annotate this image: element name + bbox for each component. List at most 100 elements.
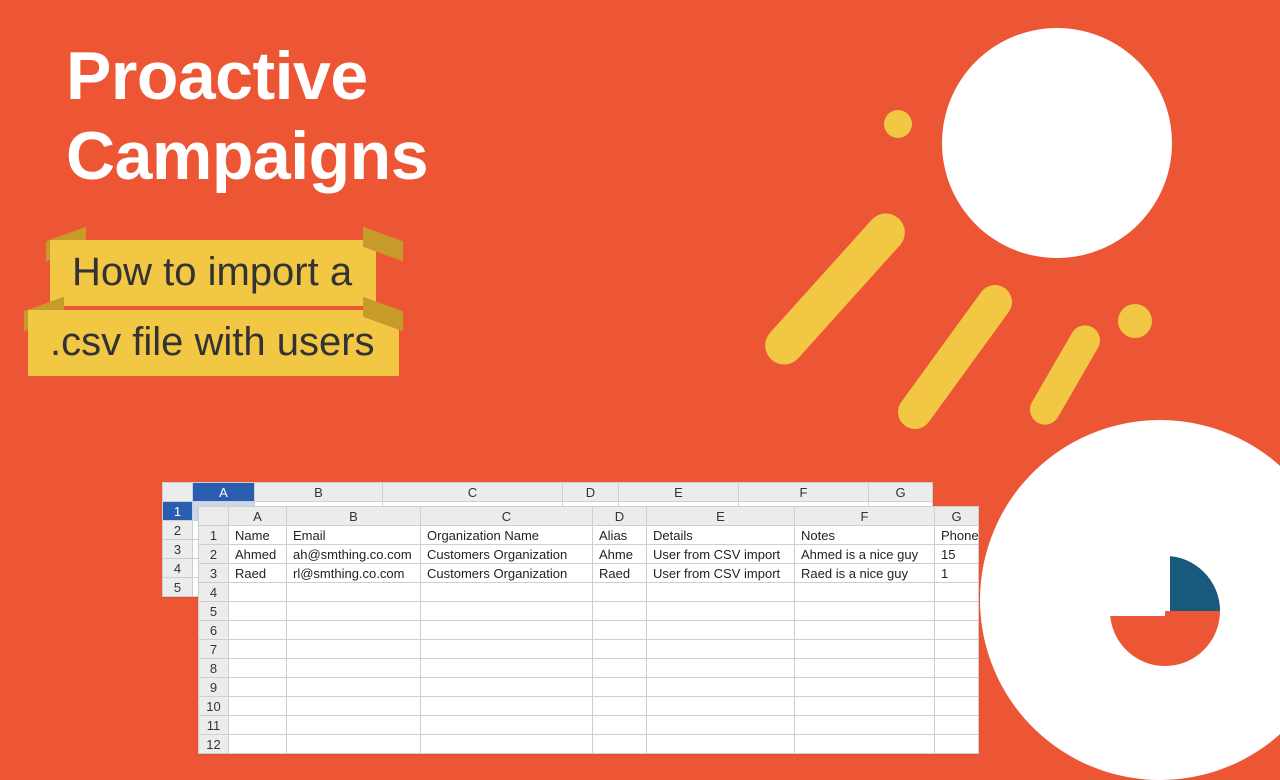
column-header-d[interactable]: D bbox=[593, 507, 647, 526]
cell[interactable] bbox=[795, 640, 935, 659]
cell[interactable] bbox=[935, 659, 979, 678]
row-header[interactable]: 12 bbox=[199, 735, 229, 754]
cell[interactable] bbox=[287, 659, 421, 678]
cell[interactable] bbox=[229, 659, 287, 678]
cell[interactable] bbox=[593, 735, 647, 754]
column-header-g[interactable]: G bbox=[869, 483, 933, 502]
cell[interactable] bbox=[647, 735, 795, 754]
cell[interactable] bbox=[229, 640, 287, 659]
column-header-e[interactable]: E bbox=[647, 507, 795, 526]
row-header[interactable]: 7 bbox=[199, 640, 229, 659]
cell[interactable]: ah@smthing.co.com bbox=[287, 545, 421, 564]
row-header[interactable]: 6 bbox=[199, 621, 229, 640]
cell[interactable] bbox=[795, 659, 935, 678]
cell[interactable] bbox=[229, 621, 287, 640]
cell[interactable] bbox=[935, 640, 979, 659]
cell[interactable] bbox=[935, 602, 979, 621]
cell[interactable] bbox=[593, 678, 647, 697]
corner-cell[interactable] bbox=[199, 507, 229, 526]
row-header[interactable]: 8 bbox=[199, 659, 229, 678]
cell[interactable] bbox=[593, 697, 647, 716]
cell[interactable]: User from CSV import bbox=[647, 564, 795, 583]
cell[interactable]: User from CSV import bbox=[647, 545, 795, 564]
cell[interactable] bbox=[421, 735, 593, 754]
row-header[interactable]: 11 bbox=[199, 716, 229, 735]
cell[interactable] bbox=[229, 697, 287, 716]
cell[interactable] bbox=[593, 621, 647, 640]
cell[interactable] bbox=[935, 735, 979, 754]
cell[interactable]: Raed bbox=[593, 564, 647, 583]
cell[interactable] bbox=[593, 602, 647, 621]
cell[interactable]: Notes bbox=[795, 526, 935, 545]
cell[interactable] bbox=[421, 659, 593, 678]
row-header[interactable]: 4 bbox=[199, 583, 229, 602]
cell[interactable] bbox=[421, 583, 593, 602]
cell[interactable]: 15 bbox=[935, 545, 979, 564]
row-header[interactable]: 10 bbox=[199, 697, 229, 716]
cell[interactable] bbox=[795, 621, 935, 640]
row-header[interactable]: 9 bbox=[199, 678, 229, 697]
cell[interactable] bbox=[593, 640, 647, 659]
column-header-f[interactable]: F bbox=[739, 483, 869, 502]
column-header-f[interactable]: F bbox=[795, 507, 935, 526]
cell[interactable] bbox=[593, 659, 647, 678]
cell[interactable] bbox=[421, 640, 593, 659]
cell[interactable] bbox=[229, 678, 287, 697]
cell[interactable] bbox=[287, 735, 421, 754]
cell[interactable]: Raed is a nice guy bbox=[795, 564, 935, 583]
cell[interactable] bbox=[795, 678, 935, 697]
cell[interactable] bbox=[647, 697, 795, 716]
column-header-e[interactable]: E bbox=[619, 483, 739, 502]
cell[interactable] bbox=[935, 583, 979, 602]
column-header-b[interactable]: B bbox=[255, 483, 383, 502]
cell[interactable] bbox=[795, 602, 935, 621]
column-header-c[interactable]: C bbox=[383, 483, 563, 502]
cell[interactable] bbox=[647, 678, 795, 697]
cell[interactable] bbox=[593, 583, 647, 602]
cell[interactable]: Ahmed bbox=[229, 545, 287, 564]
cell[interactable] bbox=[647, 621, 795, 640]
cell[interactable] bbox=[795, 735, 935, 754]
cell[interactable] bbox=[421, 621, 593, 640]
cell[interactable]: 1 bbox=[935, 564, 979, 583]
cell[interactable] bbox=[287, 678, 421, 697]
cell[interactable] bbox=[795, 716, 935, 735]
cell[interactable] bbox=[647, 640, 795, 659]
cell[interactable] bbox=[421, 716, 593, 735]
cell[interactable] bbox=[795, 697, 935, 716]
corner-cell[interactable] bbox=[163, 483, 193, 502]
cell[interactable] bbox=[421, 697, 593, 716]
cell[interactable] bbox=[647, 716, 795, 735]
cell[interactable] bbox=[421, 602, 593, 621]
cell[interactable]: Details bbox=[647, 526, 795, 545]
cell[interactable] bbox=[287, 640, 421, 659]
cell[interactable] bbox=[229, 735, 287, 754]
cell[interactable]: Alias bbox=[593, 526, 647, 545]
cell[interactable] bbox=[795, 583, 935, 602]
column-header-c[interactable]: C bbox=[421, 507, 593, 526]
row-header[interactable]: 1 bbox=[199, 526, 229, 545]
column-header-a[interactable]: A bbox=[193, 483, 255, 502]
cell[interactable]: Raed bbox=[229, 564, 287, 583]
cell[interactable] bbox=[287, 716, 421, 735]
cell[interactable]: Phone bbox=[935, 526, 979, 545]
cell[interactable] bbox=[287, 583, 421, 602]
cell[interactable]: Ahmed is a nice guy bbox=[795, 545, 935, 564]
cell[interactable] bbox=[935, 716, 979, 735]
cell[interactable] bbox=[647, 659, 795, 678]
column-header-a[interactable]: A bbox=[229, 507, 287, 526]
cell[interactable]: Ahme bbox=[593, 545, 647, 564]
cell[interactable] bbox=[647, 583, 795, 602]
cell[interactable]: Email bbox=[287, 526, 421, 545]
row-header[interactable]: 5 bbox=[199, 602, 229, 621]
cell[interactable] bbox=[935, 621, 979, 640]
cell[interactable] bbox=[421, 678, 593, 697]
cell[interactable] bbox=[229, 583, 287, 602]
cell[interactable] bbox=[647, 602, 795, 621]
cell[interactable]: Name bbox=[229, 526, 287, 545]
cell[interactable]: Customers Organization bbox=[421, 564, 593, 583]
cell[interactable]: rl@smthing.co.com bbox=[287, 564, 421, 583]
cell[interactable]: Customers Organization bbox=[421, 545, 593, 564]
cell[interactable]: Organization Name bbox=[421, 526, 593, 545]
cell[interactable] bbox=[935, 678, 979, 697]
